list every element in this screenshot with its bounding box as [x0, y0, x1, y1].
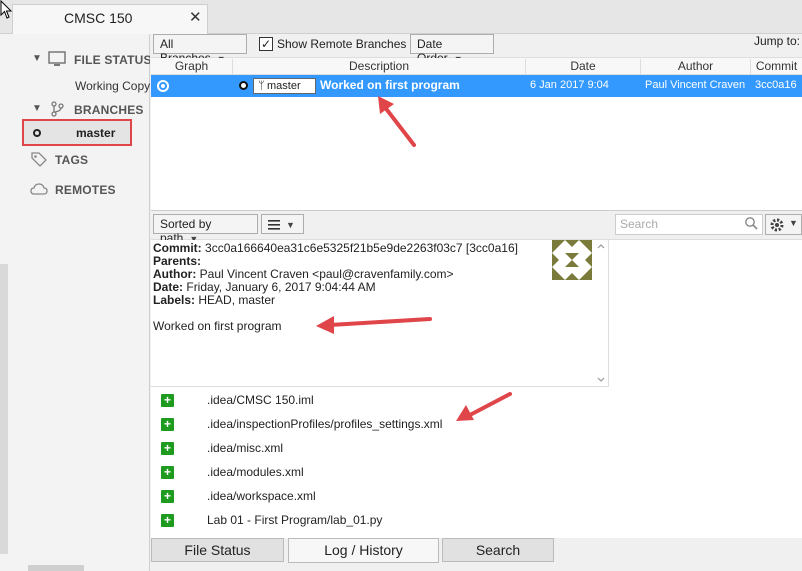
column-description[interactable]: Description	[233, 59, 526, 75]
annotation-arrow-icon	[316, 316, 432, 334]
file-toolbar: Sorted by path ▼ ▼ Search ▼	[151, 210, 802, 245]
added-file-icon: +	[161, 466, 174, 479]
file-path: .idea/CMSC 150.iml	[207, 393, 314, 407]
column-date[interactable]: Date	[526, 59, 641, 75]
changed-files-list: + .idea/CMSC 150.iml + .idea/inspectionPro…	[151, 386, 609, 538]
annotation-arrow-icon	[456, 392, 512, 421]
order-dropdown[interactable]: Date Order▼	[410, 34, 494, 65]
log-toolbar: All Branches▼ ✓ Show Remote Branches Dat…	[151, 34, 802, 65]
branch-icon	[51, 101, 64, 117]
author-avatar	[552, 240, 592, 280]
current-branch-dot-icon	[33, 129, 41, 137]
sidebar-item-master-label: master	[76, 126, 116, 140]
repository-tab-title: CMSC 150	[64, 10, 133, 26]
detail-date: Date: Friday, January 6, 2017 9:04:44 AM	[153, 280, 376, 294]
added-file-icon: +	[161, 442, 174, 455]
view-mode-dropdown[interactable]: ▼	[261, 214, 304, 234]
sidebar-item-working-copy[interactable]: Working Copy	[0, 76, 150, 96]
repository-tab[interactable]: CMSC 150 ✕	[12, 4, 208, 34]
list-item[interactable]: + .idea/misc.xml	[151, 437, 609, 461]
added-file-icon: +	[161, 394, 174, 407]
show-remote-branches-checkbox[interactable]: ✓	[259, 37, 273, 51]
list-item[interactable]: + Lab 01 - First Program/lab_01.py	[151, 509, 609, 533]
sidebar-horizontal-scrollbar[interactable]	[28, 565, 84, 571]
list-item[interactable]: + .idea/modules.xml	[151, 461, 609, 485]
sidebar-section-remotes[interactable]: REMOTES	[0, 180, 150, 200]
sidebar-item-master-branch[interactable]: master	[22, 119, 132, 146]
added-file-icon: +	[161, 514, 174, 527]
sidebar-label-file-status: FILE STATUS	[74, 53, 150, 67]
file-search-input[interactable]: Search	[615, 214, 763, 235]
commit-row[interactable]: ᛘ master Worked on first program 6 Jan 20…	[151, 75, 802, 97]
cloud-icon	[30, 183, 48, 195]
settings-button[interactable]: ▼	[765, 214, 802, 235]
column-commit[interactable]: Commit	[751, 59, 802, 75]
close-tab-icon[interactable]: ✕	[189, 10, 202, 26]
column-author[interactable]: Author	[641, 59, 751, 75]
chevron-down-icon[interactable]: ▼	[32, 53, 42, 64]
file-path: .idea/misc.xml	[207, 441, 284, 455]
sort-dropdown[interactable]: Sorted by path ▼	[153, 214, 258, 245]
chevron-down-icon: ▼	[789, 218, 798, 228]
main-panel: All Branches▼ ✓ Show Remote Branches Dat…	[151, 34, 802, 571]
tab-search[interactable]: Search	[442, 538, 554, 562]
branch-tag-label: master	[267, 80, 301, 92]
commit-date: 6 Jan 2017 9:04	[530, 79, 609, 91]
detail-labels: Labels: HEAD, master	[153, 293, 276, 307]
file-path: .idea/inspectionProfiles/profiles_settin…	[207, 417, 443, 431]
file-path: Lab 01 - First Program/lab_01.py	[207, 513, 383, 527]
sidebar-label-tags: TAGS	[55, 153, 89, 167]
tab-log-history[interactable]: Log / History	[288, 538, 439, 563]
search-icon[interactable]	[744, 216, 758, 230]
monitor-icon	[48, 51, 66, 66]
chevron-down-icon[interactable]: ▼	[32, 103, 42, 114]
sidebar-label-branches: BRANCHES	[74, 103, 144, 117]
list-icon	[268, 219, 280, 230]
bottom-tab-bar: File Status Log / History Search	[151, 538, 802, 571]
file-path: .idea/modules.xml	[207, 465, 304, 479]
details-scrollbar[interactable]	[594, 240, 608, 386]
jump-to-label: Jump to:	[754, 34, 801, 48]
chevron-down-icon: ▼	[286, 220, 295, 230]
tab-file-status[interactable]: File Status	[151, 538, 284, 562]
tag-icon	[31, 152, 47, 167]
detail-author: Author: Paul Vincent Craven <paul@craven…	[153, 267, 454, 281]
sidebar: ▼ FILE STATUS Working Copy ▼ BRANCHES ma…	[0, 34, 150, 571]
branch-tag[interactable]: ᛘ master	[253, 78, 316, 94]
sidebar-item-working-copy-label: Working Copy	[75, 79, 150, 93]
branch-icon: ᛘ	[258, 80, 265, 92]
annotation-arrow-icon	[378, 96, 416, 147]
sidebar-section-branches[interactable]: ▼ BRANCHES	[0, 100, 150, 120]
detail-commit: Commit: 3cc0a166640ea31c6e5325f21b5e9de2…	[153, 241, 518, 255]
detail-message: Worked on first program	[153, 319, 282, 333]
commit-author: Paul Vincent Craven	[645, 79, 745, 91]
detail-parents: Parents:	[153, 254, 202, 268]
gear-icon	[770, 218, 784, 232]
head-indicator-icon	[239, 81, 248, 90]
sidebar-scrollbar[interactable]	[0, 264, 8, 554]
graph-node-icon	[157, 80, 169, 92]
added-file-icon: +	[161, 418, 174, 431]
show-remote-branches-label: Show Remote Branches	[277, 37, 407, 51]
list-item[interactable]: + .idea/inspectionProfiles/profiles_setti…	[151, 413, 609, 437]
added-file-icon: +	[161, 490, 174, 503]
diff-pane	[609, 240, 802, 538]
log-column-header: Graph Description Date Author Commit	[151, 58, 802, 75]
window-tab-strip: CMSC 150 ✕	[0, 0, 802, 34]
branches-filter-dropdown[interactable]: All Branches▼	[153, 34, 247, 65]
sidebar-label-remotes: REMOTES	[55, 183, 116, 197]
column-graph[interactable]: Graph	[151, 59, 233, 75]
list-item[interactable]: + .idea/workspace.xml	[151, 485, 609, 509]
list-item[interactable]: + .idea/CMSC 150.iml	[151, 389, 609, 413]
sidebar-section-tags[interactable]: TAGS	[0, 150, 150, 170]
file-path: .idea/workspace.xml	[207, 489, 316, 503]
commit-hash: 3cc0a16	[755, 79, 797, 91]
file-search-placeholder: Search	[620, 217, 659, 231]
commit-description: Worked on first program	[320, 78, 460, 92]
sidebar-section-file-status[interactable]: ▼ FILE STATUS	[0, 50, 150, 70]
